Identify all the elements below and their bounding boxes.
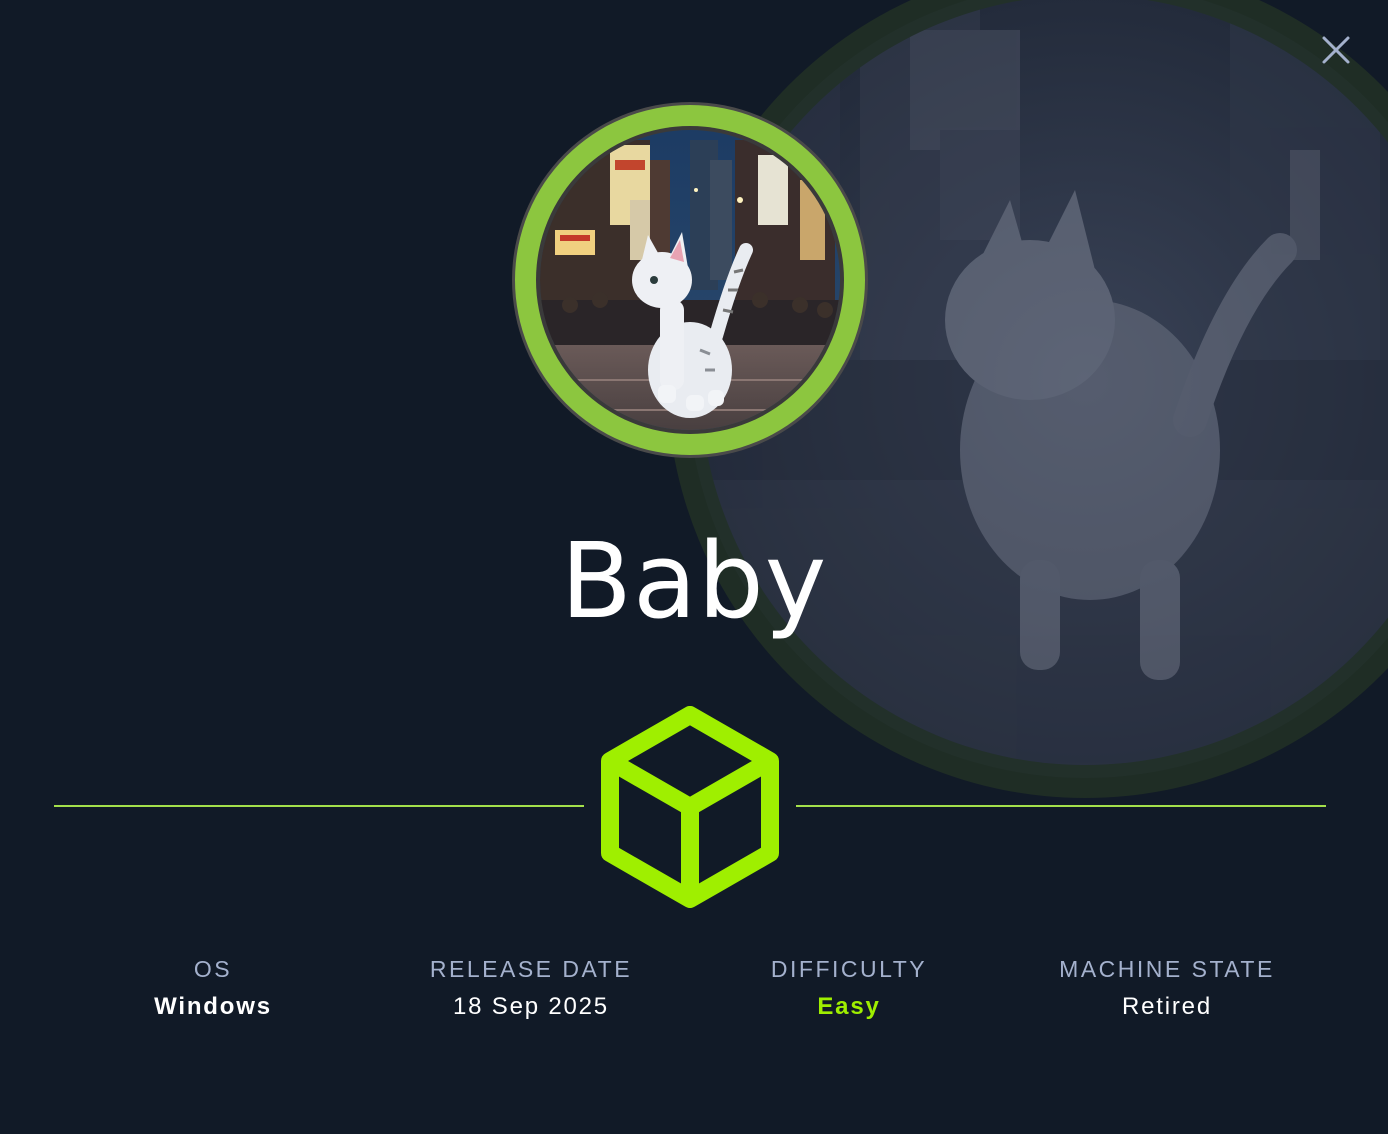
stat-release-date-label: RELEASE DATE bbox=[429, 956, 633, 982]
close-icon bbox=[1322, 36, 1350, 64]
machine-stats: OS Windows RELEASE DATE 18 Sep 2025 DIFF… bbox=[54, 956, 1326, 1021]
cat-city-avatar-icon bbox=[512, 102, 868, 458]
stat-os-label: OS bbox=[193, 956, 233, 982]
stat-os-value: Windows bbox=[154, 993, 272, 1020]
stat-machine-state-label: MACHINE STATE bbox=[1059, 956, 1275, 982]
divider-left bbox=[54, 805, 584, 807]
stat-os: OS Windows bbox=[54, 956, 372, 1021]
stat-difficulty-label: DIFFICULTY bbox=[770, 956, 928, 982]
close-button[interactable] bbox=[1314, 28, 1358, 72]
stat-machine-state: MACHINE STATE Retired bbox=[1008, 956, 1326, 1021]
cube-icon bbox=[601, 706, 779, 908]
machine-avatar bbox=[510, 100, 870, 460]
divider-right bbox=[796, 805, 1326, 807]
machine-info-modal: Baby OS Windows RELEASE DATE 18 Sep 2025… bbox=[0, 0, 1388, 1134]
stat-release-date-value: 18 Sep 2025 bbox=[453, 993, 609, 1020]
machine-name: Baby bbox=[560, 520, 828, 642]
stat-difficulty: DIFFICULTY Easy bbox=[690, 956, 1008, 1021]
stat-machine-state-value: Retired bbox=[1122, 993, 1212, 1020]
stat-difficulty-value: Easy bbox=[817, 993, 881, 1020]
stat-release-date: RELEASE DATE 18 Sep 2025 bbox=[372, 956, 690, 1021]
